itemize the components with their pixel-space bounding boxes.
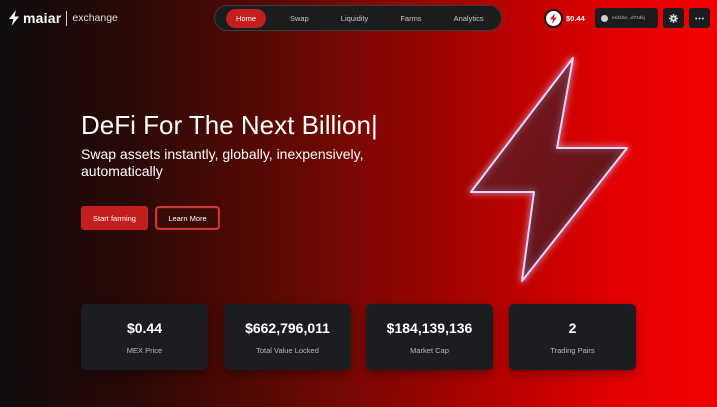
mex-price-pill[interactable]: $0.44 (544, 8, 585, 28)
stat-label: Market Cap (410, 346, 449, 355)
gear-icon (669, 13, 678, 23)
ellipsis-icon (695, 17, 704, 19)
hero-subtitle: Swap assets instantly, globally, inexpen… (81, 146, 364, 179)
wallet-button[interactable]: erd1he...d7zdkj (595, 8, 658, 28)
brand-sub: exchange (72, 12, 118, 24)
nav-liquidity[interactable]: Liquidity (331, 9, 379, 28)
stat-label: Total Value Locked (256, 346, 319, 355)
stat-card-trading-pairs: 2 Trading Pairs (509, 304, 636, 370)
stat-value: 2 (568, 320, 577, 336)
stat-value: $0.44 (126, 320, 163, 336)
nav-farms[interactable]: Farms (390, 9, 431, 28)
settings-button[interactable] (663, 8, 684, 28)
stat-value: $662,796,011 (245, 320, 330, 336)
stat-label: MEX Price (126, 346, 163, 355)
learn-more-button[interactable]: Learn More (155, 206, 220, 230)
mex-token-icon (544, 8, 563, 28)
lightning-bolt-icon (9, 10, 19, 26)
more-button[interactable] (689, 8, 710, 28)
stat-card-mex-price: $0.44 MEX Price (81, 304, 208, 370)
stat-label: Trading Pairs (550, 346, 595, 355)
stat-value: $184,139,136 (386, 320, 473, 336)
stat-card-market-cap: $184,139,136 Market Cap (366, 304, 493, 370)
main-nav: Home Swap Liquidity Farms Analytics (214, 5, 502, 31)
mex-price-value: $0.44 (566, 13, 585, 23)
nav-home[interactable]: Home (226, 8, 267, 28)
stat-card-total-value-locked: $662,796,011 Total Value Locked (224, 304, 351, 370)
hero-title: DeFi For The Next Billion| (81, 110, 378, 140)
brand-logo[interactable]: maiar exchange (8, 9, 118, 27)
brand-name: maiar (23, 10, 62, 26)
brand-divider (66, 10, 68, 26)
user-icon (601, 14, 608, 22)
start-farming-button[interactable]: Start farming (81, 206, 148, 230)
nav-swap[interactable]: Swap (280, 9, 319, 28)
wallet-address: erd1he...d7zdkj (612, 15, 645, 21)
hero-lightning-bolt-icon (470, 57, 628, 282)
nav-analytics[interactable]: Analytics (444, 9, 494, 28)
